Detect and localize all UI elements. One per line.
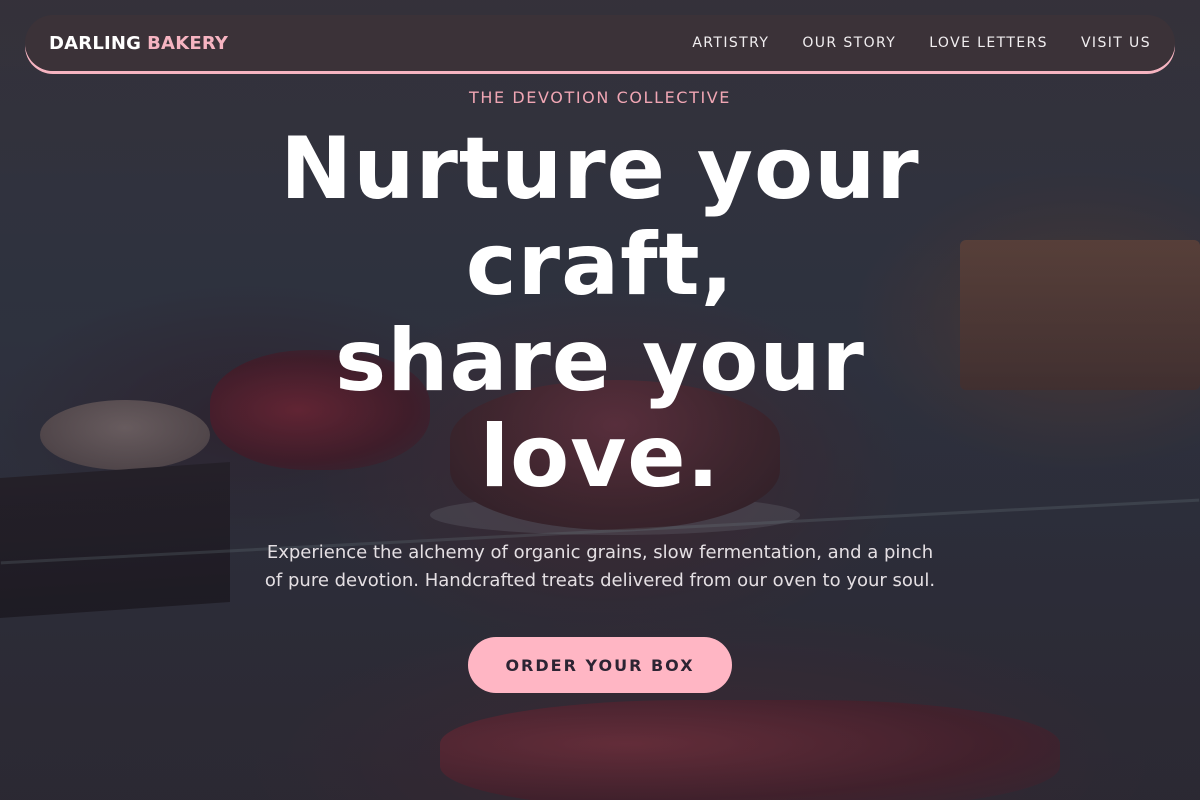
order-box-button[interactable]: ORDER YOUR BOX <box>468 637 732 693</box>
hero-headline-line-2: share your love. <box>335 311 865 507</box>
hero-headline-line-1: Nurture your craft, <box>280 119 920 315</box>
hero-headline: Nurture your craft, share your love. <box>220 121 980 505</box>
hero-subtitle: Experience the alchemy of organic grains… <box>264 542 936 591</box>
hero-eyebrow: THE DEVOTION COLLECTIVE <box>468 88 732 107</box>
hero-section: THE DEVOTION COLLECTIVE Nurture your cra… <box>0 0 1200 800</box>
